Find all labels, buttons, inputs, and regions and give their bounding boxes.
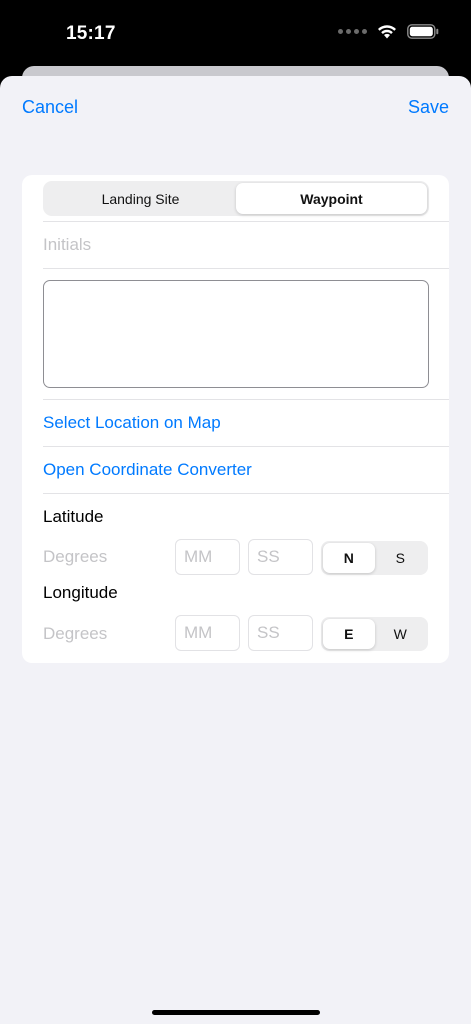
cancel-button[interactable]: Cancel — [22, 97, 78, 118]
select-location-on-map-link[interactable]: Select Location on Map — [43, 413, 221, 433]
hemisphere-e-segment[interactable]: E — [323, 619, 375, 649]
battery-icon — [407, 24, 439, 39]
longitude-minutes-input[interactable] — [175, 615, 240, 651]
open-coordinate-converter-link[interactable]: Open Coordinate Converter — [43, 460, 252, 480]
hemisphere-s-segment[interactable]: S — [375, 543, 427, 573]
status-time: 15:17 — [66, 23, 116, 44]
status-bar: 15:17 — [0, 0, 471, 68]
latitude-label: Latitude — [43, 507, 104, 526]
longitude-hemisphere-control: E W — [321, 617, 428, 651]
divider — [43, 446, 449, 447]
longitude-degrees-input[interactable] — [43, 620, 163, 648]
longitude-label: Longitude — [43, 583, 118, 602]
divider — [43, 221, 449, 222]
cellular-signal-icon — [338, 29, 367, 34]
divider — [43, 399, 449, 400]
latitude-minutes-input[interactable] — [175, 539, 240, 575]
divider — [43, 268, 449, 269]
save-button[interactable]: Save — [408, 97, 449, 118]
form-card: Landing Site Waypoint Select Location on… — [22, 175, 449, 663]
initials-input[interactable] — [43, 231, 429, 259]
status-icons — [338, 24, 439, 39]
notes-text-area[interactable] — [43, 280, 429, 388]
longitude-seconds-input[interactable] — [248, 615, 313, 651]
hemisphere-w-segment[interactable]: W — [375, 619, 427, 649]
type-segmented-control: Landing Site Waypoint — [43, 181, 429, 216]
hemisphere-n-segment[interactable]: N — [323, 543, 375, 573]
divider — [43, 493, 449, 494]
segment-waypoint[interactable]: Waypoint — [236, 183, 427, 214]
latitude-degrees-input[interactable] — [43, 543, 163, 571]
home-indicator[interactable] — [152, 1010, 320, 1015]
modal-sheet: Cancel Save Landing Site Waypoint Select… — [0, 76, 471, 1024]
wifi-icon — [378, 25, 396, 39]
latitude-hemisphere-control: N S — [321, 541, 428, 575]
segment-landing-site[interactable]: Landing Site — [45, 183, 236, 214]
latitude-seconds-input[interactable] — [248, 539, 313, 575]
